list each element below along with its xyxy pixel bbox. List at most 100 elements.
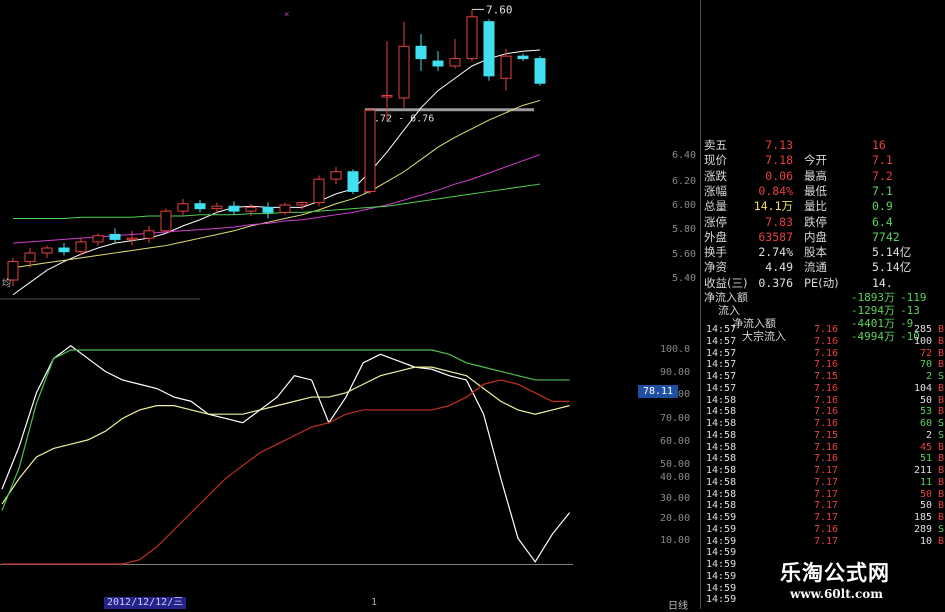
quote-label: 涨停 (704, 214, 727, 229)
price-chart[interactable]: 6.72 - 6.76 7.60 (0, 0, 700, 300)
candle (347, 169, 359, 194)
candle-body (279, 204, 291, 213)
tick-direction: B (938, 441, 945, 453)
tick-row: 14:57 7.16 100 B (704, 336, 945, 348)
tick-volume: 11 (919, 476, 932, 488)
tick-price: 7.17 (814, 535, 839, 547)
indicator-tick: 60.00 (660, 436, 691, 447)
candle (177, 198, 189, 217)
candle-body (483, 21, 495, 77)
tick-time: 14:58 (706, 429, 737, 441)
flow-value: -119 (900, 291, 927, 304)
tick-time: 14:58 (706, 394, 737, 406)
candle-body (347, 171, 359, 192)
tick-direction: B (938, 335, 945, 347)
quote-value: 6.4 (872, 214, 893, 229)
tick-price: 7.16 (814, 441, 839, 453)
quote-label: 今开 (804, 153, 827, 168)
quote-row: 外盘 63587 内盘 7742 (704, 230, 945, 245)
quote-value: 7.83 (765, 214, 793, 229)
indicator-tick: 30.00 (660, 493, 691, 504)
tick-volume: 2 (925, 371, 932, 382)
tick-volume: 50 (919, 488, 932, 500)
candle-body (330, 171, 342, 180)
tick-direction: B (938, 465, 945, 476)
indicator-tick: 10.00 (660, 535, 691, 546)
quote-label: 外盘 (704, 229, 727, 244)
tick-row: 14:58 7.17 50 B (704, 489, 945, 501)
candle (483, 19, 495, 81)
tick-row: 14:58 7.16 53 B (704, 406, 945, 418)
quote-value: 63587 (758, 229, 793, 244)
tick-row: 14:57 7.16 104 B (704, 383, 945, 395)
tick-price: 7.17 (814, 500, 839, 512)
tick-price: 7.16 (814, 523, 839, 535)
candle (398, 21, 410, 108)
quote-row: 涨停 7.83 跌停 6.4 (704, 215, 945, 230)
flow-value: -13 (900, 304, 920, 317)
candle-body (245, 206, 257, 212)
tick-price: 7.15 (814, 371, 839, 382)
tick-time: 14:57 (706, 347, 737, 359)
quote-label: 换手 (704, 245, 727, 260)
quote-label: 量比 (804, 199, 827, 214)
d-line (1, 366, 570, 505)
tick-row: 14:57 7.16 70 B (704, 359, 945, 371)
quote-value: 7.1 (872, 183, 893, 198)
indicator-tick: 20.00 (660, 513, 691, 524)
price-tick: 6.20 (672, 176, 697, 187)
tick-time: 14:58 (706, 453, 737, 465)
tick-time: 14:58 (706, 488, 737, 500)
candle-body (432, 60, 444, 67)
tick-time: 14:58 (706, 441, 737, 453)
tick-direction: S (938, 429, 945, 441)
tick-time: 14:58 (706, 418, 737, 429)
k-line (1, 344, 571, 563)
candle (92, 233, 104, 246)
price-tick: 6.00 (672, 200, 697, 211)
flow-label: 流入 (718, 304, 740, 317)
quote-label: 最高 (804, 168, 827, 183)
indicator-chart[interactable] (0, 300, 700, 600)
candle (109, 228, 121, 244)
quote-row: 涨跌 0.06 最高 7.2 (704, 169, 945, 184)
tick-row: 14:58 7.17 50 B (704, 500, 945, 512)
quote-label: 卖五 (704, 138, 727, 152)
tick-direction: B (938, 453, 945, 465)
quote-value: 7.2 (872, 168, 893, 183)
candle (296, 201, 308, 210)
ma-line-ma10 (12, 99, 541, 269)
candle (228, 201, 240, 215)
candle-body (160, 210, 172, 232)
candle-body (534, 58, 546, 84)
quote-label: 股本 (804, 245, 827, 260)
tick-time: 14:58 (706, 465, 737, 476)
indicator-tick: 70.00 (660, 413, 691, 424)
tick-time: 14:59 (706, 512, 737, 523)
tick-row: 14:58 7.17 211 B (704, 465, 945, 477)
tick-price: 7.17 (814, 512, 839, 523)
tick-volume: 211 (913, 465, 932, 476)
flow-row: 流入 -1294万 -13 (704, 304, 945, 317)
flow-row: 净流入额 -1893万 -119 (704, 291, 945, 304)
range-box-label: 6.72 - 6.76 (368, 114, 434, 125)
quote-label: 总量 (704, 199, 727, 214)
candle-body (228, 205, 240, 212)
indicator-tick: 100.0 (660, 344, 691, 355)
price-tick: 5.40 (672, 273, 697, 284)
flow-value: -1294万 (850, 304, 895, 317)
chart-area[interactable]: 6.72 - 6.76 7.60 (0, 0, 700, 609)
tick-row: 14:59 7.17 185 B (704, 512, 945, 524)
quote-value: 7.18 (765, 153, 793, 168)
tick-volume: 53 (919, 406, 932, 418)
tick-direction: B (938, 476, 945, 488)
tick-volume: 285 (913, 324, 932, 335)
candle-body (41, 247, 53, 254)
tick-price: 7.16 (814, 418, 839, 429)
candle (41, 245, 53, 258)
tick-time: 14:59 (706, 523, 737, 535)
quote-row: 现价 7.18 今开 7.1 (704, 153, 945, 168)
period-label[interactable]: 日线 (668, 597, 688, 612)
tick-price: 7.17 (814, 476, 839, 488)
quote-label: 最低 (804, 183, 827, 198)
